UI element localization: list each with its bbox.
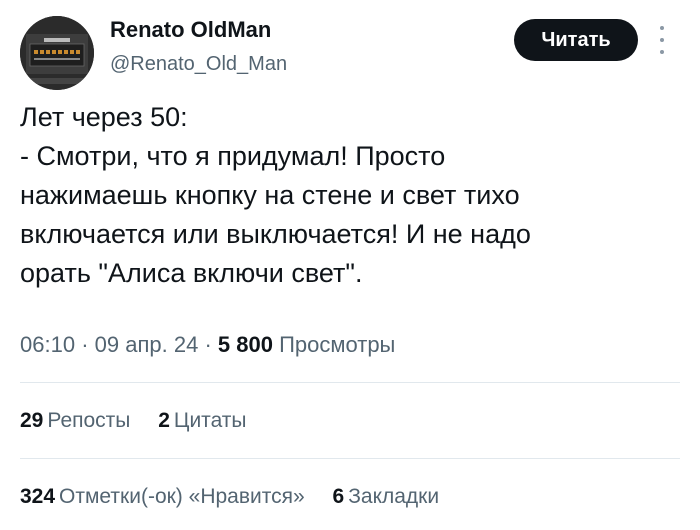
bookmarks-count: 6	[332, 485, 345, 508]
views-count: 5 800	[217, 332, 273, 357]
stats-row-reposts-quotes: 29 Репосты 2 Цитаты	[20, 406, 269, 436]
meta-separator: ·	[81, 332, 89, 357]
quotes-count: 2	[158, 409, 170, 432]
quotes-label: Цитаты	[173, 409, 247, 432]
tweet-card: Renato OldMan @Renato_Old_Man Читать Лет…	[0, 0, 700, 530]
reposts-label: Репосты	[47, 409, 131, 432]
author-handle[interactable]: @Renato_Old_Man	[110, 50, 287, 78]
follow-button[interactable]: Читать	[514, 19, 638, 61]
divider	[20, 458, 680, 459]
tweet-text-line: нажимаешь кнопку на стене и свет тихо	[20, 180, 520, 210]
tweet-text-line: - Смотри, что я придумал! Просто	[20, 141, 446, 171]
stats-row-likes-bookmarks: 324 Отметки(-ок) «Нравится» 6 Закладки	[20, 482, 461, 512]
bookmarks-label: Закладки	[348, 485, 440, 508]
more-vertical-icon[interactable]	[656, 26, 668, 54]
bookmarks-stat[interactable]: 6 Закладки	[333, 482, 440, 512]
likes-count: 324	[20, 485, 56, 508]
meta-separator: ·	[204, 332, 212, 357]
reposts-stat[interactable]: 29 Репосты	[20, 406, 130, 436]
avatar[interactable]	[20, 16, 94, 90]
author-display-name[interactable]: Renato OldMan	[110, 16, 287, 44]
tweet-text-line: включается или выключается! И не надо	[20, 219, 531, 249]
quotes-stat[interactable]: 2 Цитаты	[158, 406, 246, 436]
tweet-meta: 06:10 · 09 апр. 24 · 5 800 Просмотры	[20, 330, 395, 360]
tweet-text-line: орать "Алиса включи свет".	[20, 258, 363, 288]
tweet-date[interactable]: 09 апр. 24	[95, 332, 199, 357]
likes-label: Отметки(-ок) «Нравится»	[59, 485, 305, 508]
tweet-text-line: Лет через 50:	[20, 102, 188, 132]
reposts-count: 29	[20, 409, 44, 432]
onkyo-device-avatar-icon	[20, 16, 94, 90]
author-block[interactable]: Renato OldMan @Renato_Old_Man	[110, 16, 287, 78]
divider	[20, 382, 680, 383]
likes-stat[interactable]: 324 Отметки(-ок) «Нравится»	[20, 482, 305, 512]
tweet-text: Лет через 50: - Смотри, что я придумал! …	[20, 98, 680, 293]
views-label: Просмотры	[279, 332, 396, 357]
tweet-time[interactable]: 06:10	[20, 332, 75, 357]
